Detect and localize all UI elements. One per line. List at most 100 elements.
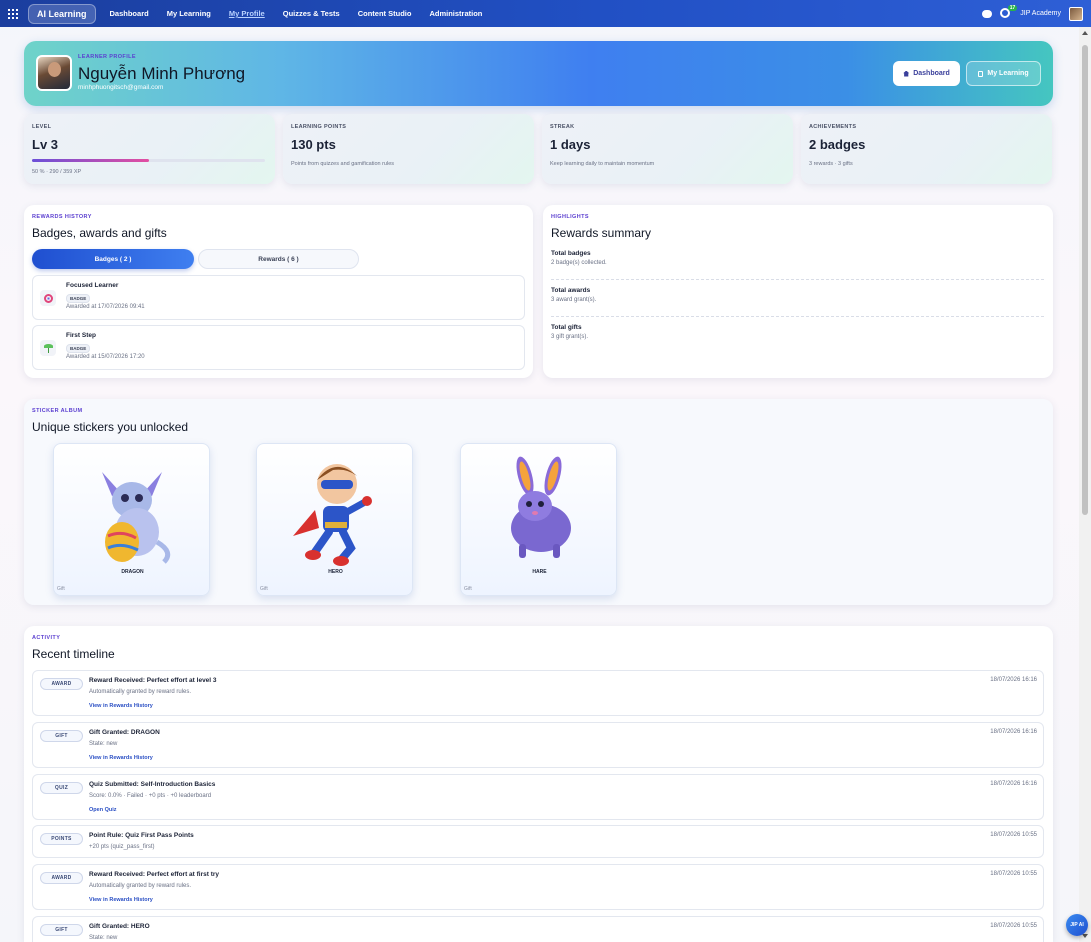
sticker-name: DRAGON bbox=[121, 569, 144, 575]
summary-label: Total badges bbox=[551, 250, 591, 257]
notifications-button[interactable]: 17 bbox=[1000, 4, 1018, 20]
nav-link-quizzes-tests[interactable]: Quizzes & Tests bbox=[283, 9, 340, 18]
sticker-type: Gift bbox=[57, 586, 65, 592]
badge-item[interactable]: Focused Learner BADGE Awarded at 17/07/2… bbox=[32, 275, 525, 320]
learning-points-card: LEARNING POINTS 130 pts Points from quiz… bbox=[283, 114, 534, 184]
activity-kicker: ACTIVITY bbox=[32, 635, 61, 641]
timeline-chip: GIFT bbox=[40, 730, 83, 742]
timeline-desc: State: new bbox=[89, 935, 118, 941]
highlights-panel: HIGHLIGHTS Rewards summary Total badges … bbox=[543, 205, 1053, 378]
my-learning-button[interactable]: My Learning bbox=[966, 61, 1041, 86]
sticker-album-panel: STICKER ALBUM Unique stickers you unlock… bbox=[24, 399, 1053, 605]
profile-avatar bbox=[36, 55, 72, 91]
sticker-card[interactable]: HERO Gift bbox=[256, 443, 413, 596]
timeline-title: Gift Granted: HERO bbox=[89, 923, 150, 930]
timeline-title: Reward Received: Perfect effort at first… bbox=[89, 871, 220, 878]
user-avatar[interactable] bbox=[1069, 6, 1083, 21]
timeline-item: QUIZ Quiz Submitted: Self-Introduction B… bbox=[32, 774, 1044, 820]
profile-banner: LEARNER PROFILE Nguyễn Minh Phương minhp… bbox=[24, 41, 1053, 106]
sticker-type: Gift bbox=[260, 586, 268, 592]
scrollbar-thumb[interactable] bbox=[1082, 45, 1088, 515]
summary-value: 3 award grant(s). bbox=[551, 297, 597, 303]
sticker-card[interactable]: HARE Gift bbox=[460, 443, 617, 596]
scroll-down-arrow-icon[interactable] bbox=[1082, 934, 1088, 938]
timeline-link[interactable]: View in Rewards History bbox=[89, 897, 153, 903]
level-progress-bar bbox=[32, 159, 265, 162]
badge-date: Awarded at 17/07/2026 09:41 bbox=[66, 304, 145, 310]
timeline-chip: GIFT bbox=[40, 924, 83, 936]
ai-assistant-button[interactable]: JIP AI bbox=[1066, 914, 1088, 936]
home-icon bbox=[903, 70, 910, 77]
timeline-link[interactable]: View in Rewards History bbox=[89, 703, 153, 709]
hero-sticker-image bbox=[293, 464, 372, 566]
badge-tag: BADGE bbox=[66, 294, 91, 303]
sticker-album-title: Unique stickers you unlocked bbox=[32, 420, 189, 434]
timeline-chip: QUIZ bbox=[40, 782, 83, 794]
timeline-desc: Automatically granted by reward rules. bbox=[89, 883, 192, 889]
activity-panel: ACTIVITY Recent timeline AWARD Reward Re… bbox=[24, 626, 1053, 942]
nav-link-content-studio[interactable]: Content Studio bbox=[358, 9, 412, 18]
hare-sticker-image bbox=[511, 456, 571, 558]
target-icon bbox=[43, 293, 53, 303]
streak-card: STREAK 1 days Keep learning daily to mai… bbox=[542, 114, 793, 184]
highlights-kicker: HIGHLIGHTS bbox=[551, 214, 589, 220]
notification-count-badge: 17 bbox=[1007, 4, 1018, 11]
nav-link-dashboard[interactable]: Dashboard bbox=[110, 9, 149, 18]
timeline-item: GIFT Gift Granted: HERO State: new 18/07… bbox=[32, 916, 1044, 942]
timeline-desc: State: new bbox=[89, 741, 118, 747]
sticker-type: Gift bbox=[464, 586, 472, 592]
nav-link-my-profile[interactable]: My Profile bbox=[229, 9, 265, 18]
summary-row-badges: Total badges 2 badge(s) collected. bbox=[551, 250, 1044, 266]
sticker-name: HARE bbox=[532, 569, 547, 575]
profile-email: minhphuongitsch@gmail.com bbox=[78, 84, 164, 91]
level-kicker: LEVEL bbox=[32, 124, 52, 130]
badge-tag: BADGE bbox=[66, 344, 91, 353]
apps-grid-icon[interactable] bbox=[8, 8, 18, 19]
level-sub: 50 % · 290 / 359 XP bbox=[32, 169, 82, 175]
timeline-link[interactable]: Open Quiz bbox=[89, 807, 117, 813]
page-scrollbar[interactable] bbox=[1079, 27, 1091, 942]
timeline-link[interactable]: View in Rewards History bbox=[89, 755, 153, 761]
streak-sub: Keep learning daily to maintain momentum bbox=[550, 161, 655, 167]
timeline-time: 18/07/2026 10:55 bbox=[990, 832, 1037, 838]
rewards-history-panel: REWARDS HISTORY Badges, awards and gifts… bbox=[24, 205, 533, 378]
scroll-up-arrow-icon[interactable] bbox=[1082, 31, 1088, 35]
achievements-kicker: ACHIEVEMENTS bbox=[809, 124, 857, 130]
timeline-chip: AWARD bbox=[40, 872, 83, 884]
brand-button[interactable]: AI Learning bbox=[28, 3, 96, 24]
timeline-title: Point Rule: Quiz First Pass Points bbox=[89, 832, 194, 839]
tab-badges[interactable]: Badges ( 2 ) bbox=[32, 249, 194, 269]
rewards-history-kicker: REWARDS HISTORY bbox=[32, 214, 92, 220]
summary-divider bbox=[551, 279, 1044, 280]
dragon-sticker-image bbox=[102, 472, 171, 564]
points-kicker: LEARNING POINTS bbox=[291, 124, 347, 130]
badge-name: First Step bbox=[66, 332, 96, 339]
sticker-name: HERO bbox=[328, 569, 343, 575]
sticker-card[interactable]: DRAGON Gift bbox=[53, 443, 210, 596]
points-sub: Points from quizzes and gamification rul… bbox=[291, 161, 395, 167]
tab-rewards[interactable]: Rewards ( 6 ) bbox=[198, 249, 359, 269]
nav-link-my-learning[interactable]: My Learning bbox=[167, 9, 211, 18]
streak-kicker: STREAK bbox=[550, 124, 575, 130]
level-progress-fill bbox=[32, 159, 149, 162]
sticker-album-kicker: STICKER ALBUM bbox=[32, 408, 83, 414]
book-icon bbox=[978, 70, 984, 77]
timeline-desc: +20 pts (quiz_pass_first) bbox=[89, 844, 155, 850]
badge-date: Awarded at 15/07/2026 17:20 bbox=[66, 354, 145, 360]
badge-item[interactable]: First Step BADGE Awarded at 15/07/2026 1… bbox=[32, 325, 525, 370]
rewards-history-title: Badges, awards and gifts bbox=[32, 226, 167, 240]
timeline-desc: Automatically granted by reward rules. bbox=[89, 689, 192, 695]
streak-value: 1 days bbox=[550, 137, 591, 152]
timeline-chip: AWARD bbox=[40, 678, 83, 690]
summary-divider bbox=[551, 316, 1044, 317]
nav-link-administration[interactable]: Administration bbox=[429, 9, 482, 18]
badge-icon-frame bbox=[40, 290, 56, 306]
dashboard-button[interactable]: Dashboard bbox=[893, 61, 960, 86]
points-value: 130 pts bbox=[291, 137, 336, 152]
timeline-desc: Score: 0.0% · Failed · +0 pts · +0 leade… bbox=[89, 793, 212, 799]
timeline-item: POINTS Point Rule: Quiz First Pass Point… bbox=[32, 825, 1044, 858]
chat-icon[interactable] bbox=[982, 9, 993, 18]
summary-row-awards: Total awards 3 award grant(s). bbox=[551, 287, 1044, 303]
timeline-time: 18/07/2026 16:16 bbox=[990, 677, 1037, 683]
org-name[interactable]: JIP Academy bbox=[1020, 10, 1061, 17]
